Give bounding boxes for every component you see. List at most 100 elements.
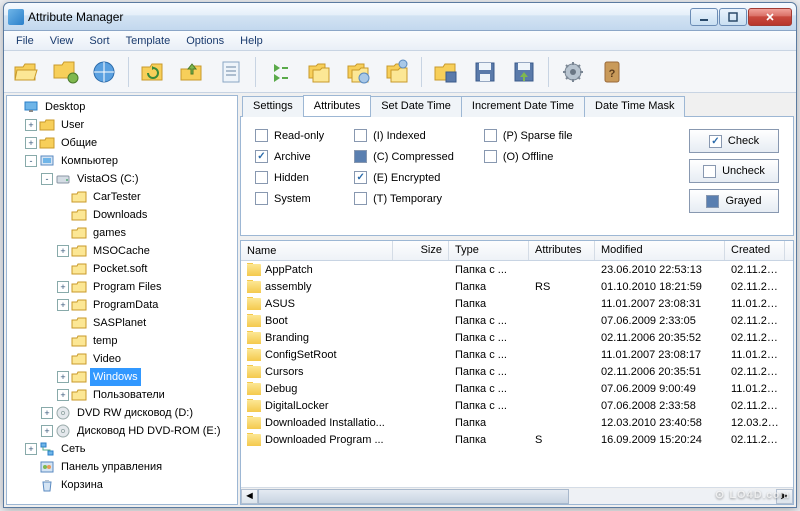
file-list[interactable]: Name Size Type Attributes Modified Creat…: [240, 240, 794, 505]
folder-up-icon[interactable]: [174, 54, 210, 90]
tree-label[interactable]: VistaOS (C:): [74, 170, 142, 188]
save-icon[interactable]: [467, 54, 503, 90]
checkbox-icon[interactable]: [255, 171, 268, 184]
tree-label[interactable]: Сеть: [58, 440, 88, 458]
list-row[interactable]: Downloaded Program ...ПапкаS16.09.2009 1…: [241, 431, 793, 448]
tree-node[interactable]: -Компьютер: [9, 152, 235, 170]
copy-attributes-icon[interactable]: [301, 54, 337, 90]
tab-date-time-mask[interactable]: Date Time Mask: [584, 96, 685, 117]
tree-label[interactable]: Панель управления: [58, 458, 165, 476]
attr--o-offline[interactable]: (O) Offline: [484, 150, 573, 163]
maximize-button[interactable]: [719, 8, 747, 26]
tree-expander-icon[interactable]: +: [41, 407, 53, 419]
tree-node[interactable]: SASPlanet: [9, 314, 235, 332]
menu-file[interactable]: File: [8, 33, 42, 49]
attr-hidden[interactable]: Hidden: [255, 171, 324, 184]
tree-expander-icon[interactable]: +: [57, 299, 69, 311]
tree-label[interactable]: Компьютер: [58, 152, 121, 170]
list-row[interactable]: ConfigSetRootПапка с ...11.01.2007 23:08…: [241, 346, 793, 363]
menu-template[interactable]: Template: [118, 33, 179, 49]
tree-node[interactable]: Video: [9, 350, 235, 368]
list-row[interactable]: CursorsПапка с ...02.11.2006 20:35:5102.…: [241, 363, 793, 380]
tree-label[interactable]: Desktop: [42, 98, 88, 116]
tab-set-date-time[interactable]: Set Date Time: [370, 96, 462, 117]
tree-node[interactable]: + DVD RW дисковод (D:): [9, 404, 235, 422]
titlebar[interactable]: Attribute Manager: [4, 3, 796, 31]
checkbox-icon[interactable]: [354, 192, 367, 205]
tree-label[interactable]: Корзина: [58, 476, 106, 494]
scroll-left-icon[interactable]: ◄: [241, 489, 258, 504]
list-row[interactable]: DigitalLockerПапка с ...07.06.2008 2:33:…: [241, 397, 793, 414]
checkbox-icon[interactable]: [484, 129, 497, 142]
col-size[interactable]: Size: [393, 241, 449, 260]
checkbox-icon[interactable]: [354, 129, 367, 142]
tab-settings[interactable]: Settings: [242, 96, 304, 117]
list-row[interactable]: AppPatchПапка с ...23.06.2010 22:53:1302…: [241, 261, 793, 278]
tree-label[interactable]: ProgramData: [90, 296, 161, 314]
open-folder-icon[interactable]: [8, 54, 44, 90]
tree-label[interactable]: games: [90, 224, 129, 242]
tab-attributes[interactable]: Attributes: [303, 95, 371, 116]
copy-dates-icon[interactable]: [340, 54, 376, 90]
tree-label[interactable]: Downloads: [90, 206, 150, 224]
col-modified[interactable]: Modified: [595, 241, 725, 260]
paste-dates-icon[interactable]: [379, 54, 415, 90]
tree-expander-icon[interactable]: -: [41, 173, 53, 185]
tree-node[interactable]: +Дисковод HD DVD-ROM (E:): [9, 422, 235, 440]
refresh-icon[interactable]: [135, 54, 171, 90]
close-button[interactable]: [748, 8, 792, 26]
checkbox-icon[interactable]: [354, 150, 367, 163]
tree-node[interactable]: Панель управления: [9, 458, 235, 476]
col-created[interactable]: Created: [725, 241, 785, 260]
tree-node[interactable]: Desktop: [9, 98, 235, 116]
tree-node[interactable]: +Windows: [9, 368, 235, 386]
tree-node[interactable]: games: [9, 224, 235, 242]
tree-label[interactable]: MSOCache: [90, 242, 153, 260]
tree-node[interactable]: CarTester: [9, 188, 235, 206]
tree-node[interactable]: + Общие: [9, 134, 235, 152]
checkbox-icon[interactable]: [255, 150, 268, 163]
attr-system[interactable]: System: [255, 192, 324, 205]
tree-label[interactable]: DVD RW дисковод (D:): [74, 404, 196, 422]
tree-node[interactable]: +MSOCache: [9, 242, 235, 260]
minimize-button[interactable]: [690, 8, 718, 26]
notes-icon[interactable]: [213, 54, 249, 90]
browser-icon[interactable]: [86, 54, 122, 90]
tree-expander-icon[interactable]: +: [25, 443, 37, 455]
list-row[interactable]: assemblyПапкаRS01.10.2010 18:21:5902.11.…: [241, 278, 793, 295]
list-row[interactable]: BrandingПапка с ...02.11.2006 20:35:5202…: [241, 329, 793, 346]
col-type[interactable]: Type: [449, 241, 529, 260]
tree-label[interactable]: Pocket.soft: [90, 260, 150, 278]
menu-sort[interactable]: Sort: [81, 33, 117, 49]
attr--i-indexed[interactable]: (I) Indexed: [354, 129, 454, 142]
tree-node[interactable]: + Пользователи: [9, 386, 235, 404]
settings-gear-icon[interactable]: [555, 54, 591, 90]
tree-label[interactable]: Общие: [58, 134, 100, 152]
list-row[interactable]: Downloaded Installatio...Папка12.03.2010…: [241, 414, 793, 431]
tree-node[interactable]: Pocket.soft: [9, 260, 235, 278]
tree-label[interactable]: Video: [90, 350, 124, 368]
save-template-icon[interactable]: [428, 54, 464, 90]
tree-node[interactable]: + ProgramData: [9, 296, 235, 314]
tree-label[interactable]: temp: [90, 332, 120, 350]
tree-node[interactable]: Корзина: [9, 476, 235, 494]
tree-node[interactable]: + Сеть: [9, 440, 235, 458]
tree-node[interactable]: +Program Files: [9, 278, 235, 296]
tree-label[interactable]: Program Files: [90, 278, 164, 296]
menu-options[interactable]: Options: [178, 33, 232, 49]
checkbox-icon[interactable]: [484, 150, 497, 163]
uncheck-button[interactable]: Uncheck: [689, 159, 779, 183]
list-row[interactable]: BootПапка с ...07.06.2009 2:33:0502.11.2…: [241, 312, 793, 329]
tree[interactable]: Desktop + User + Общие-Компьютер - VistaOS (C:…: [6, 95, 238, 505]
tree-label[interactable]: User: [58, 116, 87, 134]
attr--t-temporary[interactable]: (T) Temporary: [354, 192, 454, 205]
checkbox-icon[interactable]: [354, 171, 367, 184]
checkbox-icon[interactable]: [255, 192, 268, 205]
tree-expander-icon[interactable]: +: [57, 389, 69, 401]
tree-expander-icon[interactable]: +: [25, 119, 37, 131]
tree-label[interactable]: Пользователи: [90, 386, 168, 404]
tree-expander-icon[interactable]: +: [25, 137, 37, 149]
tree-expander-icon[interactable]: +: [41, 425, 53, 437]
tree-expander-icon[interactable]: +: [57, 371, 69, 383]
scroll-thumb[interactable]: [258, 489, 569, 504]
